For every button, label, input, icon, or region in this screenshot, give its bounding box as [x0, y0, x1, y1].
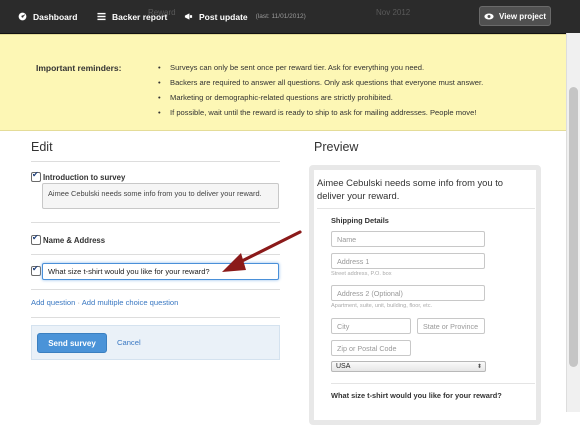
- annotation-arrow-icon: [222, 230, 302, 272]
